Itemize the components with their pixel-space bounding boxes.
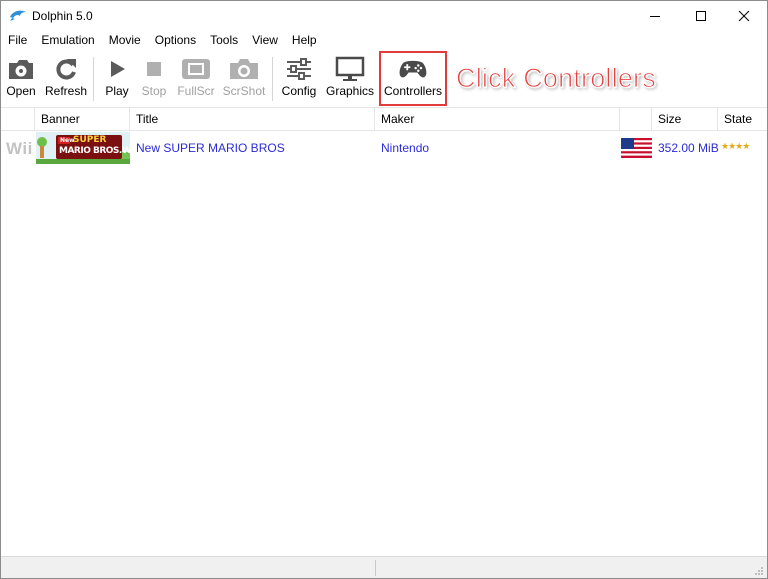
- close-button[interactable]: [721, 1, 767, 31]
- scrshot-button[interactable]: ScrShot: [222, 55, 266, 103]
- game-size: 352.00 MiB: [658, 141, 719, 155]
- game-maker: Nintendo: [381, 141, 430, 155]
- menu-bar: File Emulation Movie Options Tools View …: [1, 31, 767, 50]
- game-list[interactable]: Banner Title Maker Size State Wii New SU…: [1, 107, 767, 556]
- play-label: Play: [105, 84, 129, 98]
- minimize-icon: [650, 16, 660, 17]
- minimize-button[interactable]: [632, 1, 678, 31]
- toolbar-separator: [93, 57, 94, 101]
- fullscr-label: FullScr: [177, 84, 215, 98]
- refresh-icon: [56, 59, 76, 80]
- window-title: Dolphin 5.0: [32, 9, 93, 23]
- scrshot-label: ScrShot: [222, 84, 266, 98]
- resize-grip-icon[interactable]: [754, 566, 764, 576]
- menu-emulation[interactable]: Emulation: [34, 31, 101, 50]
- monitor-icon: [335, 56, 365, 81]
- menu-file[interactable]: File: [1, 31, 34, 50]
- camera-icon: [230, 59, 258, 79]
- fullscreen-icon: [182, 59, 210, 79]
- sliders-icon: [287, 58, 311, 80]
- column-size[interactable]: Size: [652, 108, 718, 130]
- play-button[interactable]: Play: [101, 55, 133, 103]
- annotation-text: Click Controllers: [456, 63, 657, 94]
- stop-label: Stop: [141, 84, 167, 98]
- banner-text-super: SUPER: [73, 135, 107, 145]
- table-row[interactable]: Wii New SUPER MARIO BROS.Wii New SUPER M…: [1, 131, 767, 165]
- dolphin-window: Dolphin 5.0 File Emulation Movie Options…: [0, 0, 768, 579]
- graphics-label: Graphics: [325, 84, 375, 98]
- refresh-button[interactable]: Refresh: [45, 55, 87, 103]
- fullscr-button[interactable]: FullScr: [176, 55, 216, 103]
- menu-view[interactable]: View: [245, 31, 285, 50]
- list-header: Banner Title Maker Size State: [1, 108, 767, 131]
- dolphin-icon: [10, 10, 26, 21]
- config-button[interactable]: Config: [280, 55, 318, 103]
- status-divider: [375, 560, 376, 576]
- game-banner: New SUPER MARIO BROS.Wii: [36, 132, 130, 164]
- title-bar[interactable]: Dolphin 5.0: [1, 1, 767, 31]
- column-state[interactable]: State: [718, 108, 767, 130]
- menu-options[interactable]: Options: [148, 31, 203, 50]
- menu-tools[interactable]: Tools: [203, 31, 245, 50]
- usa-flag-icon: [621, 138, 652, 158]
- config-label: Config: [281, 84, 317, 98]
- maximize-button[interactable]: [678, 1, 724, 31]
- open-button[interactable]: Open: [5, 55, 37, 103]
- close-icon: [738, 10, 750, 22]
- column-platform[interactable]: [1, 108, 35, 130]
- menu-help[interactable]: Help: [285, 31, 324, 50]
- state-rating-stars: ★★★★: [721, 141, 750, 151]
- column-title[interactable]: Title: [130, 108, 375, 130]
- game-title: New SUPER MARIO BROS: [136, 141, 285, 155]
- controllers-highlight-box: [379, 51, 447, 106]
- stop-icon: [147, 62, 161, 76]
- banner-text-mario: MARIO BROS.Wii: [59, 146, 130, 156]
- graphics-button[interactable]: Graphics: [325, 55, 375, 103]
- column-maker[interactable]: Maker: [375, 108, 620, 130]
- platform-wii: Wii: [6, 139, 33, 158]
- toolbar-separator: [272, 57, 273, 101]
- stop-button[interactable]: Stop: [138, 55, 170, 103]
- refresh-label: Refresh: [44, 84, 88, 98]
- open-disc-icon: [9, 60, 33, 79]
- maximize-icon: [696, 11, 706, 21]
- menu-movie[interactable]: Movie: [102, 31, 148, 50]
- open-label: Open: [6, 84, 36, 98]
- status-bar: [1, 556, 767, 578]
- column-banner[interactable]: Banner: [35, 108, 130, 130]
- column-region[interactable]: [620, 108, 652, 130]
- play-icon: [111, 61, 125, 77]
